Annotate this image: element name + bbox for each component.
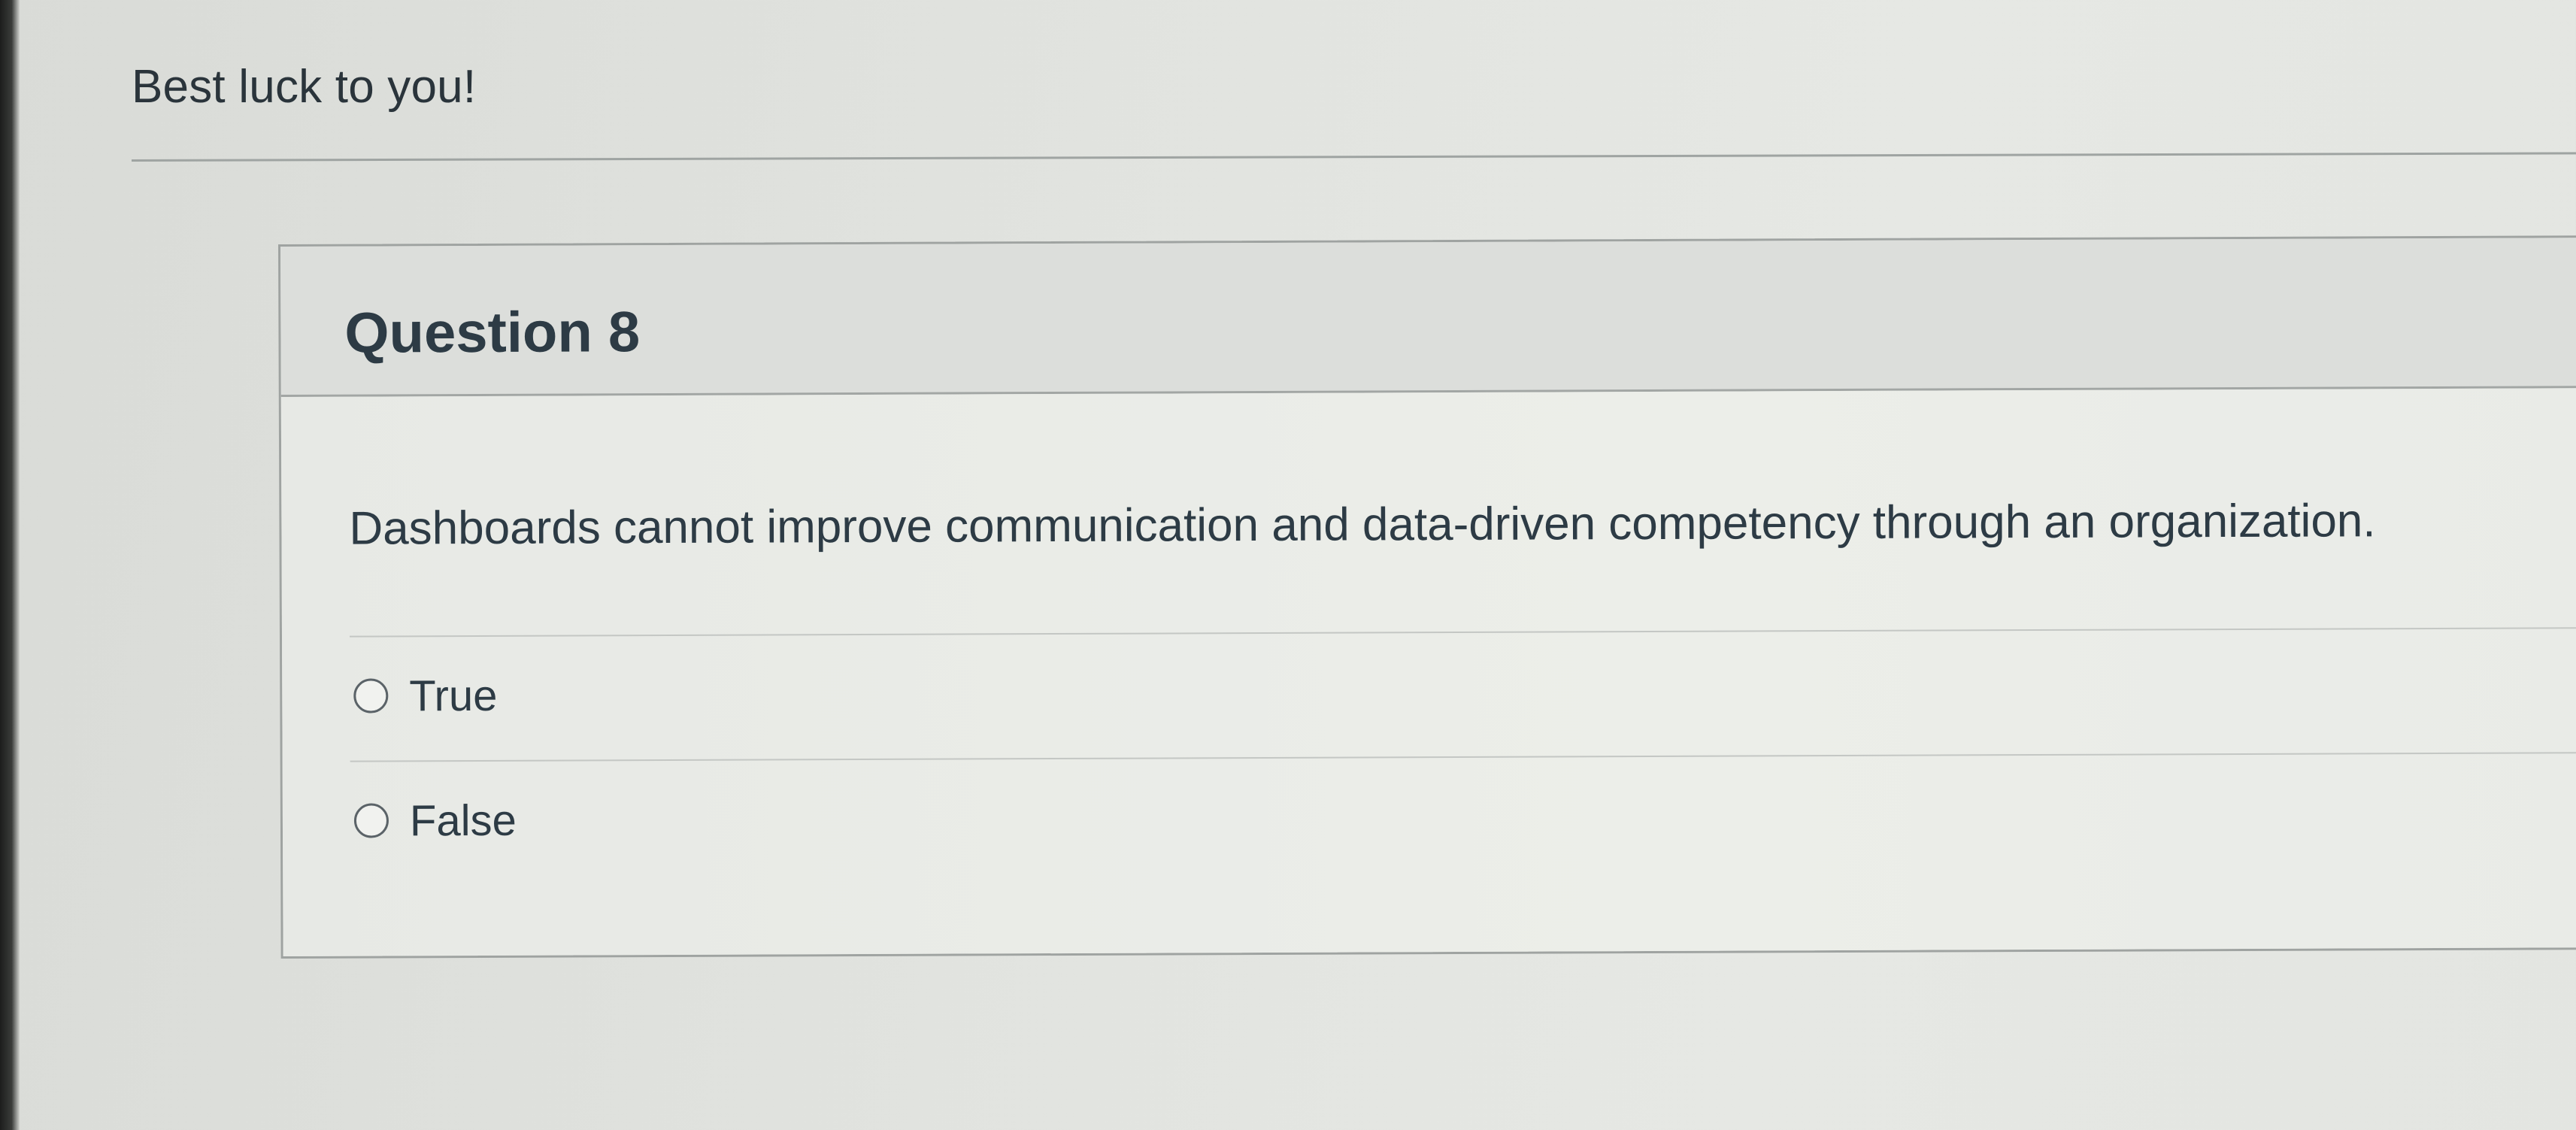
- radio-button-false[interactable]: [353, 803, 389, 838]
- intro-text: Best luck to you!: [132, 61, 477, 113]
- answer-divider: [350, 752, 2576, 762]
- question-card: Question 8 Dashboards cannot improve com…: [278, 235, 2576, 959]
- answer-label-false: False: [409, 795, 517, 845]
- answer-divider: [349, 627, 2576, 638]
- question-text: Dashboards cannot improve communication …: [349, 495, 2376, 555]
- radio-button-true[interactable]: [353, 678, 389, 713]
- question-header: Question 8: [280, 238, 2576, 397]
- section-divider: [131, 152, 2576, 162]
- answer-option-true[interactable]: True: [353, 665, 498, 726]
- answer-label-true: True: [409, 671, 498, 720]
- answer-option-false[interactable]: False: [353, 790, 517, 851]
- screen-bezel: [0, 0, 20, 1130]
- question-title: Question 8: [344, 300, 641, 365]
- question-body: Dashboards cannot improve communication …: [280, 388, 2576, 956]
